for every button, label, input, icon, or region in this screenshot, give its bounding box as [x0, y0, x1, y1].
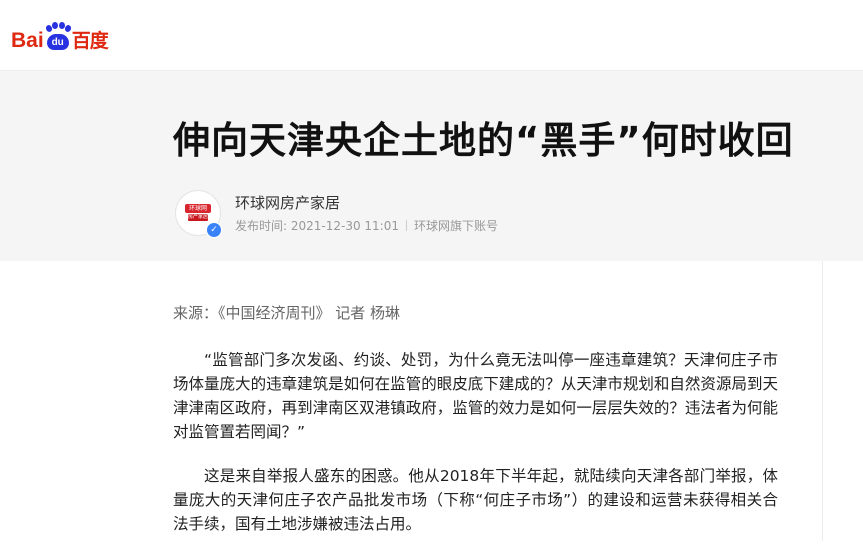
article-paragraph: 这是来自举报人盛东的困惑。他从2018年下半年起，就陆续向天津各部门举报，体量庞… — [173, 467, 778, 533]
article-body: 来源：《中国经济周刊》 记者 杨琳 “监管部门多次发函、约谈、处罚，为什么竟无法… — [173, 300, 778, 556]
logo-text-cn: 百度 — [71, 30, 109, 52]
article-paragraph: “监管部门多次发函、约谈、处罚，为什么竟无法叫停一座违章建筑？天津何庄子市场体量… — [173, 351, 778, 441]
top-bar: Bai du 百度 — [0, 0, 863, 71]
logo-text-bai: Bai — [11, 29, 44, 52]
account-type: 环球网旗下账号 — [414, 219, 499, 233]
paw-icon: du — [44, 22, 72, 52]
article-title: 伸向天津央企土地的“黑手”何时收回 — [173, 119, 794, 162]
author-name[interactable]: 环球网房产家居 — [235, 192, 340, 213]
meta-divider — [406, 220, 407, 231]
logo-text-du: du — [46, 34, 69, 50]
article-source: 来源：《中国经济周刊》 记者 杨琳 — [173, 304, 401, 322]
publish-time: 发布时间: 2021-12-30 11:01 — [235, 219, 399, 233]
baidu-logo[interactable]: Bai du 百度 — [11, 18, 109, 52]
sidebar-divider — [822, 261, 823, 541]
article-meta: 发布时间: 2021-12-30 11:01 环球网旗下账号 — [235, 217, 498, 234]
verified-icon: ✓ — [206, 222, 222, 238]
avatar-logo-top: 环球网 — [185, 204, 211, 213]
avatar-logo-bottom: 房产家居 — [188, 214, 209, 221]
